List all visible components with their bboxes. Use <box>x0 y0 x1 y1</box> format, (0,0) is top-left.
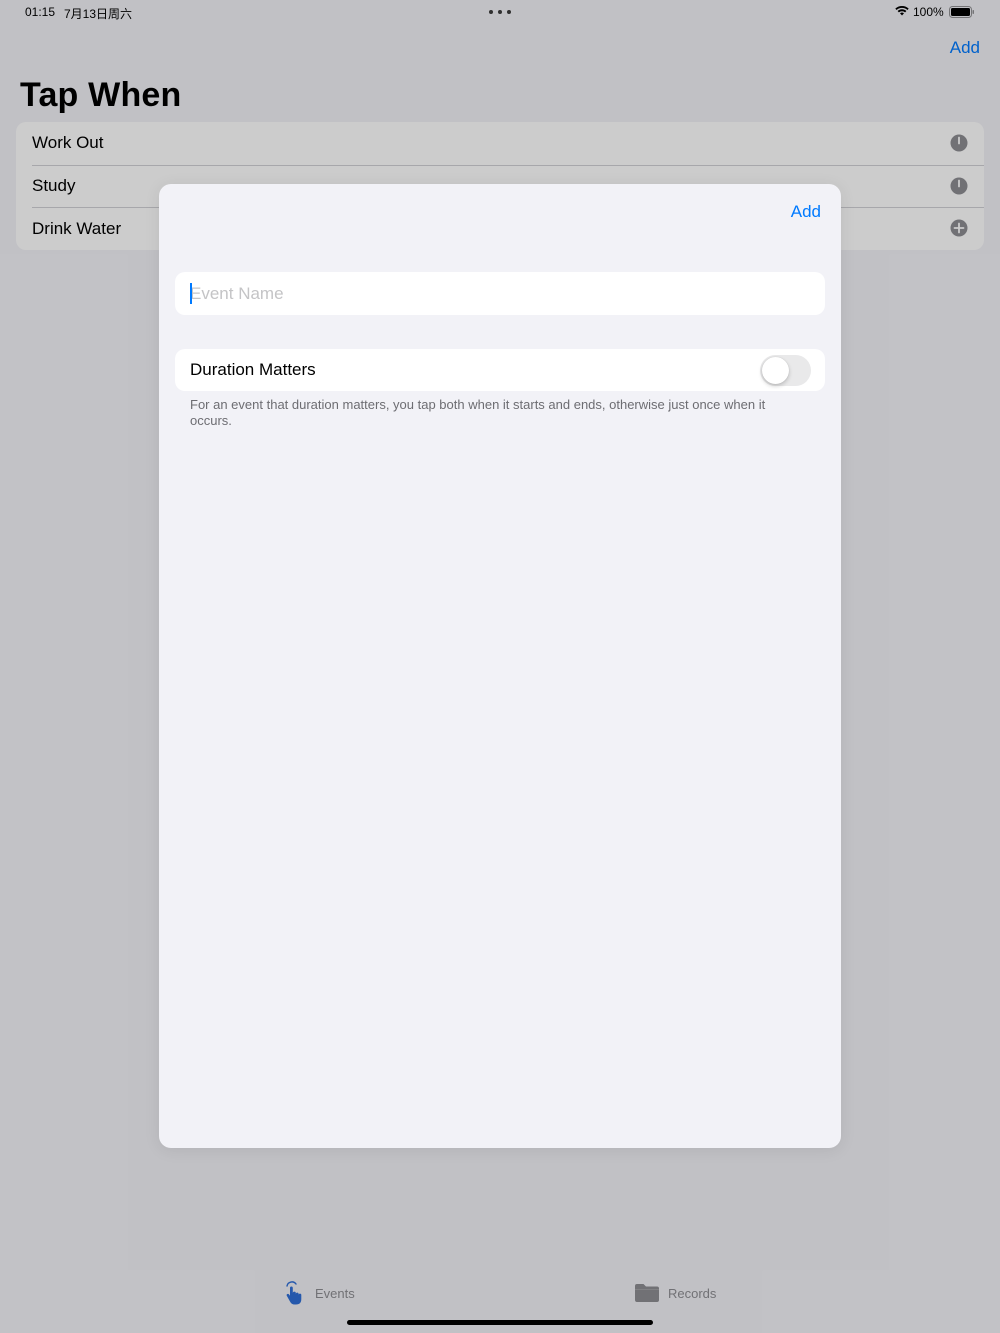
duration-matters-toggle[interactable] <box>760 355 811 386</box>
add-event-sheet: Add Duration Matters For an event that d… <box>159 184 841 1148</box>
duration-matters-label: Duration Matters <box>190 360 316 379</box>
home-indicator <box>347 1320 653 1325</box>
text-cursor <box>190 283 192 304</box>
duration-footer-note: For an event that duration matters, you … <box>190 397 766 428</box>
event-name-field[interactable] <box>175 272 825 315</box>
event-name-input[interactable] <box>175 272 825 315</box>
toggle-knob <box>762 357 789 384</box>
duration-matters-cell: Duration Matters <box>175 349 825 391</box>
sheet-add-button[interactable]: Add <box>791 202 821 222</box>
